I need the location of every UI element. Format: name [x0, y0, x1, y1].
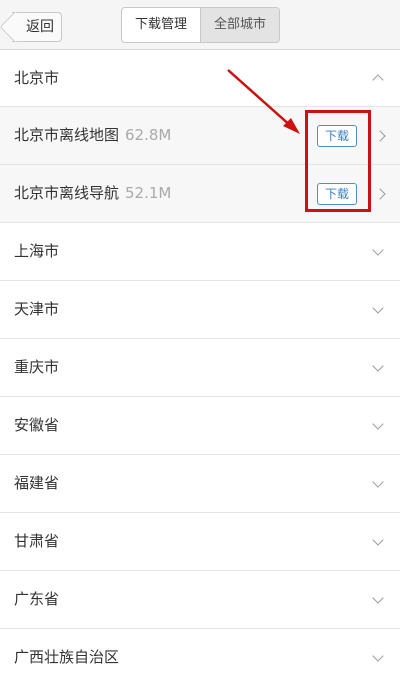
annotation-arrow-icon	[227, 69, 300, 134]
